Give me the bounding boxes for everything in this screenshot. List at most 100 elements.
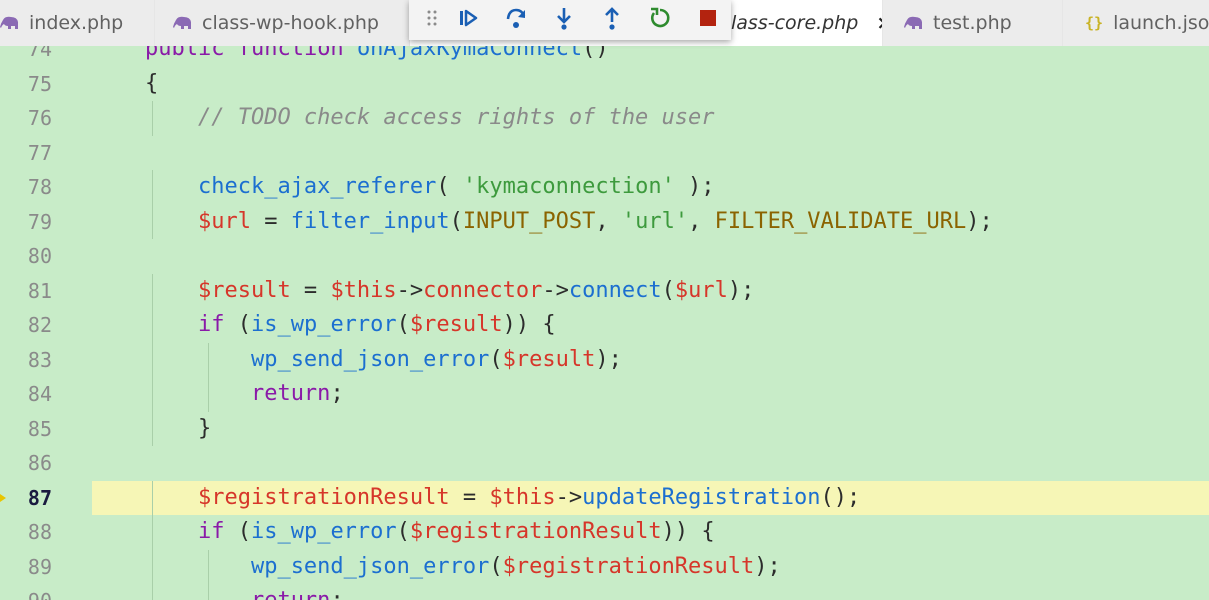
- code-token: is_wp_error: [250, 519, 397, 544]
- code-token: (: [489, 346, 503, 372]
- step-out-icon[interactable]: [600, 6, 624, 30]
- stop-icon[interactable]: [696, 6, 720, 30]
- code-line[interactable]: 85 }: [0, 411, 1209, 447]
- code-token: );: [595, 346, 622, 372]
- line-number: 78: [27, 175, 52, 199]
- line-number: 80: [27, 244, 52, 268]
- line-number: 74: [27, 46, 52, 61]
- code-text: $url = filter_input(INPUT_POST, 'url', F…: [92, 205, 993, 240]
- line-number: 85: [27, 416, 52, 441]
- code-token: )) {: [661, 519, 715, 544]
- code-token: 'kymaconnection': [462, 174, 675, 199]
- code-text: public function onAjaxKymaConnect(): [92, 46, 609, 67]
- code-token: ;: [330, 381, 344, 406]
- code-token: filter_input: [290, 208, 450, 234]
- php-elephant-icon: [904, 16, 922, 29]
- code-token: {: [92, 70, 159, 96]
- tab-label: launch.json: [1113, 12, 1209, 34]
- code-line[interactable]: 78 check_ajax_referer( 'kymaconnection' …: [0, 170, 1209, 205]
- code-line[interactable]: 80: [0, 239, 1209, 274]
- line-number: 77: [27, 140, 52, 165]
- code-text: wp_send_json_error($registrationResult);: [92, 550, 781, 585]
- line-number: 82: [27, 313, 52, 337]
- code-line[interactable]: 77: [0, 136, 1209, 171]
- code-token: $result: [409, 312, 503, 337]
- code-token: =: [449, 484, 490, 510]
- code-token: ,: [688, 208, 715, 234]
- line-number: 75: [27, 71, 52, 96]
- code-token: // TODO check access rights of the user: [197, 105, 715, 130]
- code-text: if (is_wp_error($registrationResult)) {: [92, 515, 715, 550]
- step-over-icon[interactable]: [504, 6, 528, 30]
- code-token: updateRegistration: [582, 484, 821, 510]
- code-text: wp_send_json_error($result);: [92, 343, 622, 378]
- code-line[interactable]: 75 {: [0, 67, 1209, 102]
- code-line[interactable]: 83 wp_send_json_error($result);: [0, 342, 1209, 378]
- code-line[interactable]: 84 return;: [0, 377, 1209, 412]
- code-line[interactable]: 86: [0, 446, 1209, 481]
- code-line[interactable]: 79 $url = filter_input(INPUT_POST, 'url'…: [0, 204, 1209, 240]
- code-text: if (is_wp_error($result)) {: [92, 308, 556, 343]
- tab-launch-json[interactable]: {} launch.json: [1063, 0, 1209, 46]
- step-into-icon[interactable]: [552, 6, 576, 30]
- code-token: connect: [568, 277, 662, 303]
- code-editor[interactable]: 74 public function onAjaxKymaConnect() 75…: [0, 46, 1209, 600]
- code-token: );: [727, 277, 755, 303]
- code-token: wp_send_json_error: [250, 346, 490, 372]
- code-token: (: [224, 519, 251, 544]
- tab-label: class-wp-hook.php: [202, 12, 379, 34]
- line-number: 87: [27, 485, 52, 510]
- code-line[interactable]: 87 $registrationResult = $this->updateRe…: [0, 480, 1209, 515]
- code-text: {: [92, 67, 158, 102]
- line-number: 88: [27, 520, 52, 544]
- continue-icon[interactable]: [456, 6, 480, 30]
- code-token: return: [251, 588, 330, 600]
- code-token: ;: [330, 588, 343, 600]
- code-line[interactable]: 81 $result = $this->connector->connect($…: [0, 273, 1209, 309]
- code-text: // TODO check access rights of the user: [92, 101, 715, 136]
- code-line[interactable]: 89 wp_send_json_error($registrationResul…: [0, 549, 1209, 585]
- line-number: 81: [27, 278, 52, 303]
- php-elephant-icon: [0, 16, 18, 29]
- code-text: $result = $this->connector->connect($url…: [92, 274, 754, 309]
- code-text: return;: [92, 584, 344, 600]
- code-line[interactable]: 74 public function onAjaxKymaConnect(): [0, 46, 1209, 67]
- code-token: (: [436, 174, 463, 199]
- restart-icon[interactable]: [648, 6, 672, 30]
- code-line[interactable]: 82 if (is_wp_error($result)) {: [0, 308, 1209, 343]
- code-token: return: [250, 381, 331, 406]
- json-braces-icon: {}: [1085, 14, 1104, 32]
- tab-index-php[interactable]: index.php: [0, 0, 155, 46]
- tab-label: test.php: [933, 12, 1012, 34]
- code-token: $result: [197, 277, 291, 303]
- drag-grip-icon[interactable]: [420, 6, 444, 30]
- code-token: $this: [489, 484, 556, 510]
- close-tab-icon[interactable]: ×: [876, 12, 882, 34]
- debug-toolbar: [409, 0, 731, 40]
- code-token: check_ajax_referer: [197, 174, 437, 199]
- code-token: =: [290, 277, 331, 303]
- code-token: ->: [555, 484, 583, 510]
- code-token: $url: [197, 208, 251, 234]
- tab-class-wp-hook-php[interactable]: class-wp-hook.php: [155, 0, 410, 46]
- code-line[interactable]: 88 if (is_wp_error($registrationResult))…: [0, 515, 1209, 550]
- code-token: ->: [542, 277, 569, 303]
- code-token: $registrationResult: [502, 553, 755, 579]
- code-token: 'url': [621, 208, 689, 234]
- code-line[interactable]: 76 // TODO check access rights of the us…: [0, 101, 1209, 136]
- code-token: $result: [502, 346, 596, 372]
- line-number: 90: [0, 584, 52, 600]
- code-token: (: [224, 312, 251, 337]
- code-token: onAjaxKymaConnect: [356, 46, 583, 61]
- tab-test-php[interactable]: test.php: [883, 0, 1063, 46]
- code-token: (: [396, 519, 410, 544]
- code-line[interactable]: 90 return;: [0, 584, 1209, 600]
- code-token: ,: [595, 208, 622, 234]
- code-text: }: [92, 412, 211, 447]
